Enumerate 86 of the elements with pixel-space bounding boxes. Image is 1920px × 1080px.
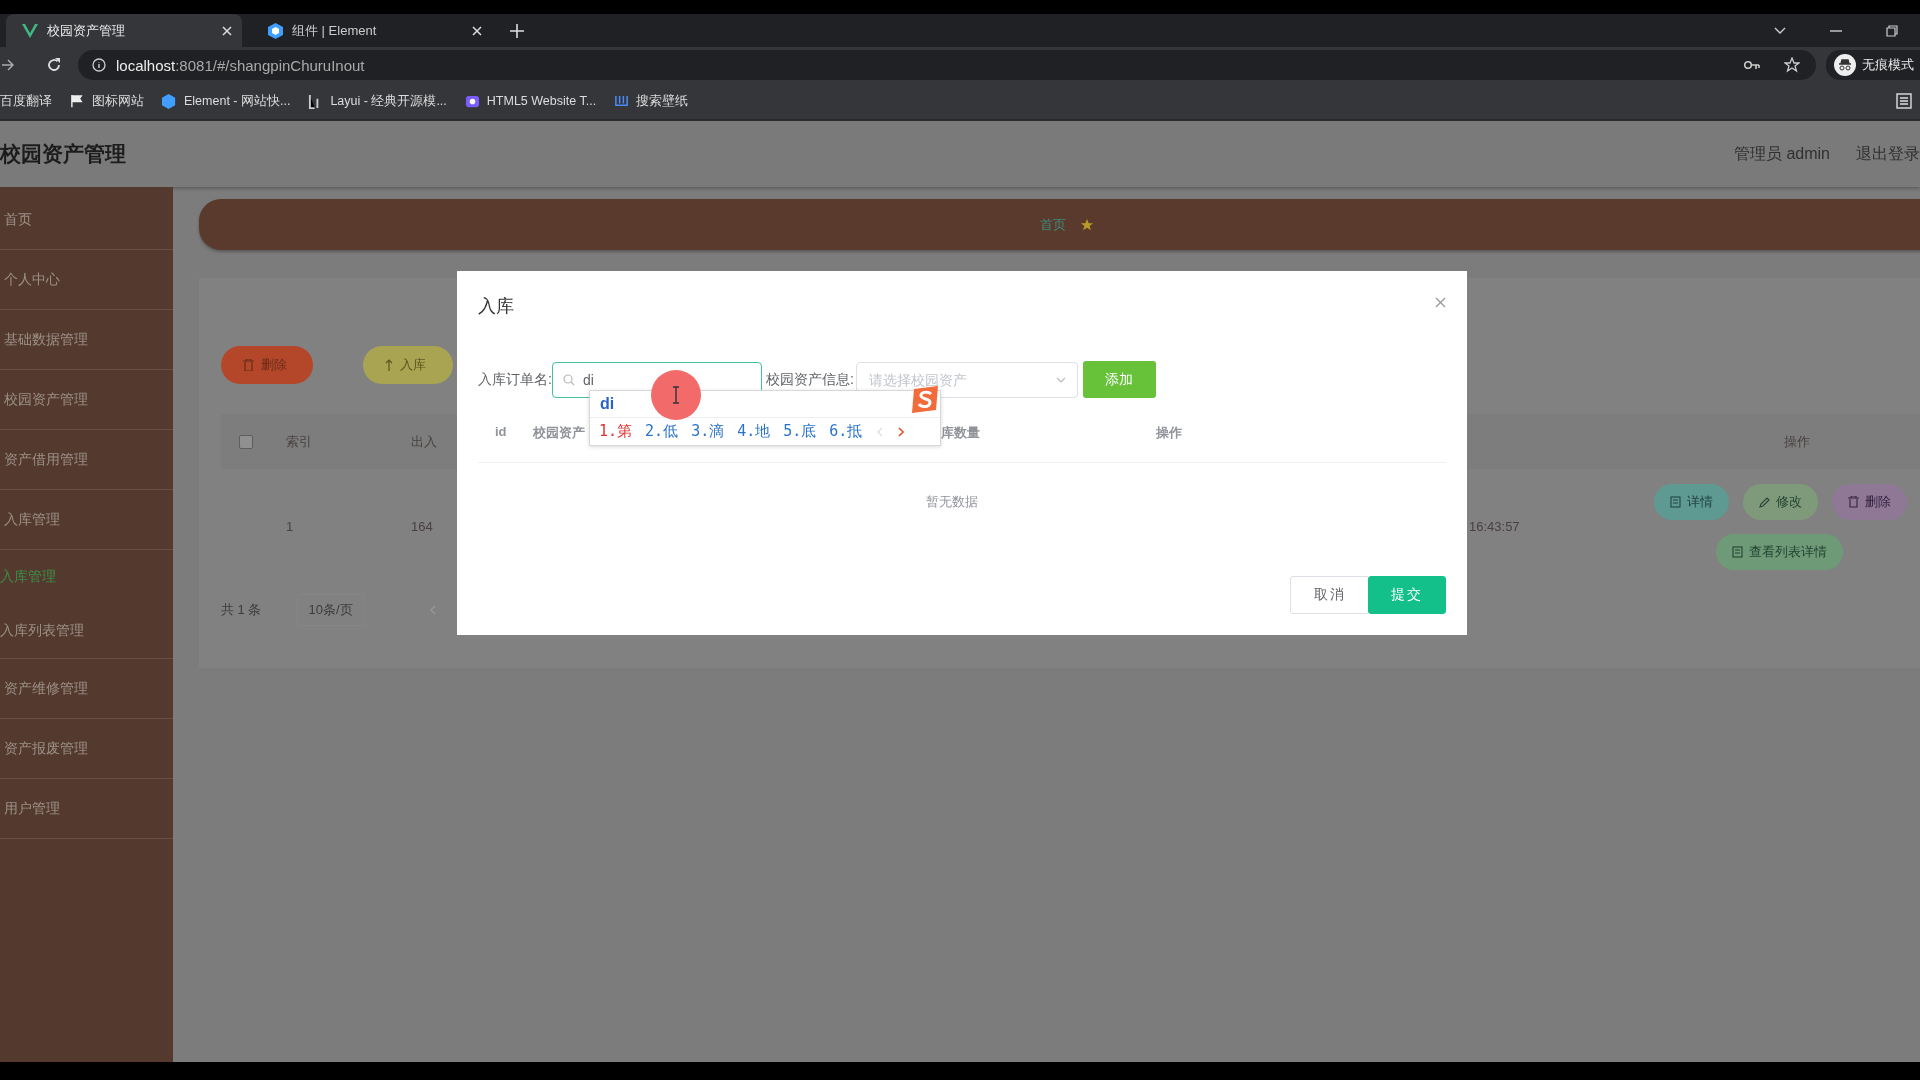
bookmark[interactable]: 搜索壁纸 [614,92,689,110]
arrow-up-icon [385,359,393,371]
bookmark[interactable]: Element - 网站快... [162,92,291,110]
app-title: 校园资产管理 [0,141,126,167]
flag-icon [70,93,85,109]
hexagon-icon [268,22,283,39]
sidebar-item[interactable]: 基础数据管理 [0,310,173,370]
field-label: 校园资产信息: [765,370,854,389]
trash-icon [243,359,254,371]
star-outline-icon[interactable] [1784,57,1800,73]
v-logo-icon [22,23,38,38]
sidebar-item[interactable]: 个人中心 [0,250,173,310]
column-header: 校园资产 [533,425,585,440]
column-header: id [495,424,507,439]
table-cell: 164 [411,519,433,534]
incognito-profile-button[interactable]: 无痕模式 [1826,50,1920,80]
ime-candidate[interactable]: 6.抵 [829,422,863,441]
bookmark-logo-icon [614,93,630,109]
stock-in-button[interactable]: 入库 [363,346,453,384]
minimize-icon[interactable] [1830,29,1842,32]
sidebar-item[interactable]: 入库管理 [0,490,173,550]
sidebar-item[interactable]: 资产借用管理 [0,430,173,490]
bookmark[interactable]: Layui - 经典开源模... [308,92,447,110]
browser-tab[interactable]: 校园资产管理 [6,14,242,47]
star-icon [1079,217,1094,232]
reading-list-icon[interactable] [1896,93,1912,109]
tab-title: 组件 | Element [292,21,378,40]
details-button[interactable]: 详情 [1654,483,1729,520]
sidebar-item[interactable]: 用户管理 [0,779,173,839]
user-label: 管理员 admin [1733,143,1830,164]
bookmark[interactable]: HTML5 Website T... [464,93,597,109]
chevron-down-icon[interactable] [1774,26,1786,35]
empty-text: 暂无数据 [925,493,979,511]
incognito-icon [1834,54,1856,76]
sidebar-item[interactable]: 资产报废管理 [0,719,173,779]
column-header: 操作 [1156,425,1182,440]
bookmark[interactable]: 百度翻译 [0,92,52,110]
dialog-title: 入库 [478,295,514,318]
delete-button[interactable]: 删除 [221,346,313,384]
sidebar-item[interactable]: 资产维修管理 [0,659,173,719]
table-cell: 16:43:57 [1469,519,1520,534]
trash-icon [1848,495,1859,508]
asset-select[interactable]: 请选择校园资产 [855,361,1078,398]
hexagon-icon [162,93,177,109]
sidebar-subitem[interactable]: 入库列表管理 [0,604,173,658]
chevron-right-icon[interactable] [898,426,905,437]
column-header: 库数量 [941,425,980,440]
column-header: 出入 [411,433,437,449]
info-icon[interactable] [92,58,106,72]
delete-button[interactable]: 删除 [1832,483,1907,520]
restore-icon[interactable] [1886,24,1898,37]
address-field[interactable]: localhost:8081/#/shangpinChuruInout [78,50,1816,80]
document-icon [1670,495,1681,508]
pencil-icon [1759,495,1770,508]
edit-button[interactable]: 修改 [1743,483,1818,520]
checkbox[interactable] [239,434,253,449]
sidebar-item[interactable]: 校园资产管理 [0,370,173,430]
bookmark[interactable]: 图标网站 [70,92,144,110]
submit-button[interactable]: 提交 [1368,576,1446,614]
ime-candidate[interactable]: 2.低 [645,422,679,441]
tab-title: 校园资产管理 [47,21,126,40]
add-button[interactable]: 添加 [1082,361,1156,398]
plus-icon[interactable] [510,23,524,38]
field-label: 入库订单名: [478,370,552,389]
ime-candidate[interactable]: 3.滴 [691,422,725,441]
text-cursor-icon [671,386,681,404]
ime-candidate[interactable]: 1.第 [599,422,633,441]
browser-tab[interactable]: 组件 | Element [252,14,492,47]
ime-candidate[interactable]: 4.地 [737,422,771,441]
total-count: 共 1 条 [221,601,262,619]
key-icon[interactable] [1744,60,1760,70]
sidebar-item[interactable]: 首页 [0,190,173,250]
cancel-button[interactable]: 取消 [1290,576,1370,614]
search-icon [562,373,575,386]
chevron-down-icon [1055,376,1066,383]
reload-icon[interactable] [46,57,62,73]
table-cell: 1 [286,519,294,534]
sidebar-subitem[interactable]: 入库管理 [0,550,173,604]
forward-arrow-icon[interactable] [2,59,14,71]
bookmark-logo-icon [464,93,480,109]
breadcrumb-link[interactable]: 首页 [1039,215,1066,234]
document-icon [1732,545,1743,558]
ime-candidate[interactable]: 5.底 [783,422,817,441]
page-size-select[interactable]: 10条/页 [297,594,364,626]
logout-link[interactable]: 退出登录 [1856,143,1920,165]
view-list-button[interactable]: 查看列表详情 [1716,533,1843,570]
